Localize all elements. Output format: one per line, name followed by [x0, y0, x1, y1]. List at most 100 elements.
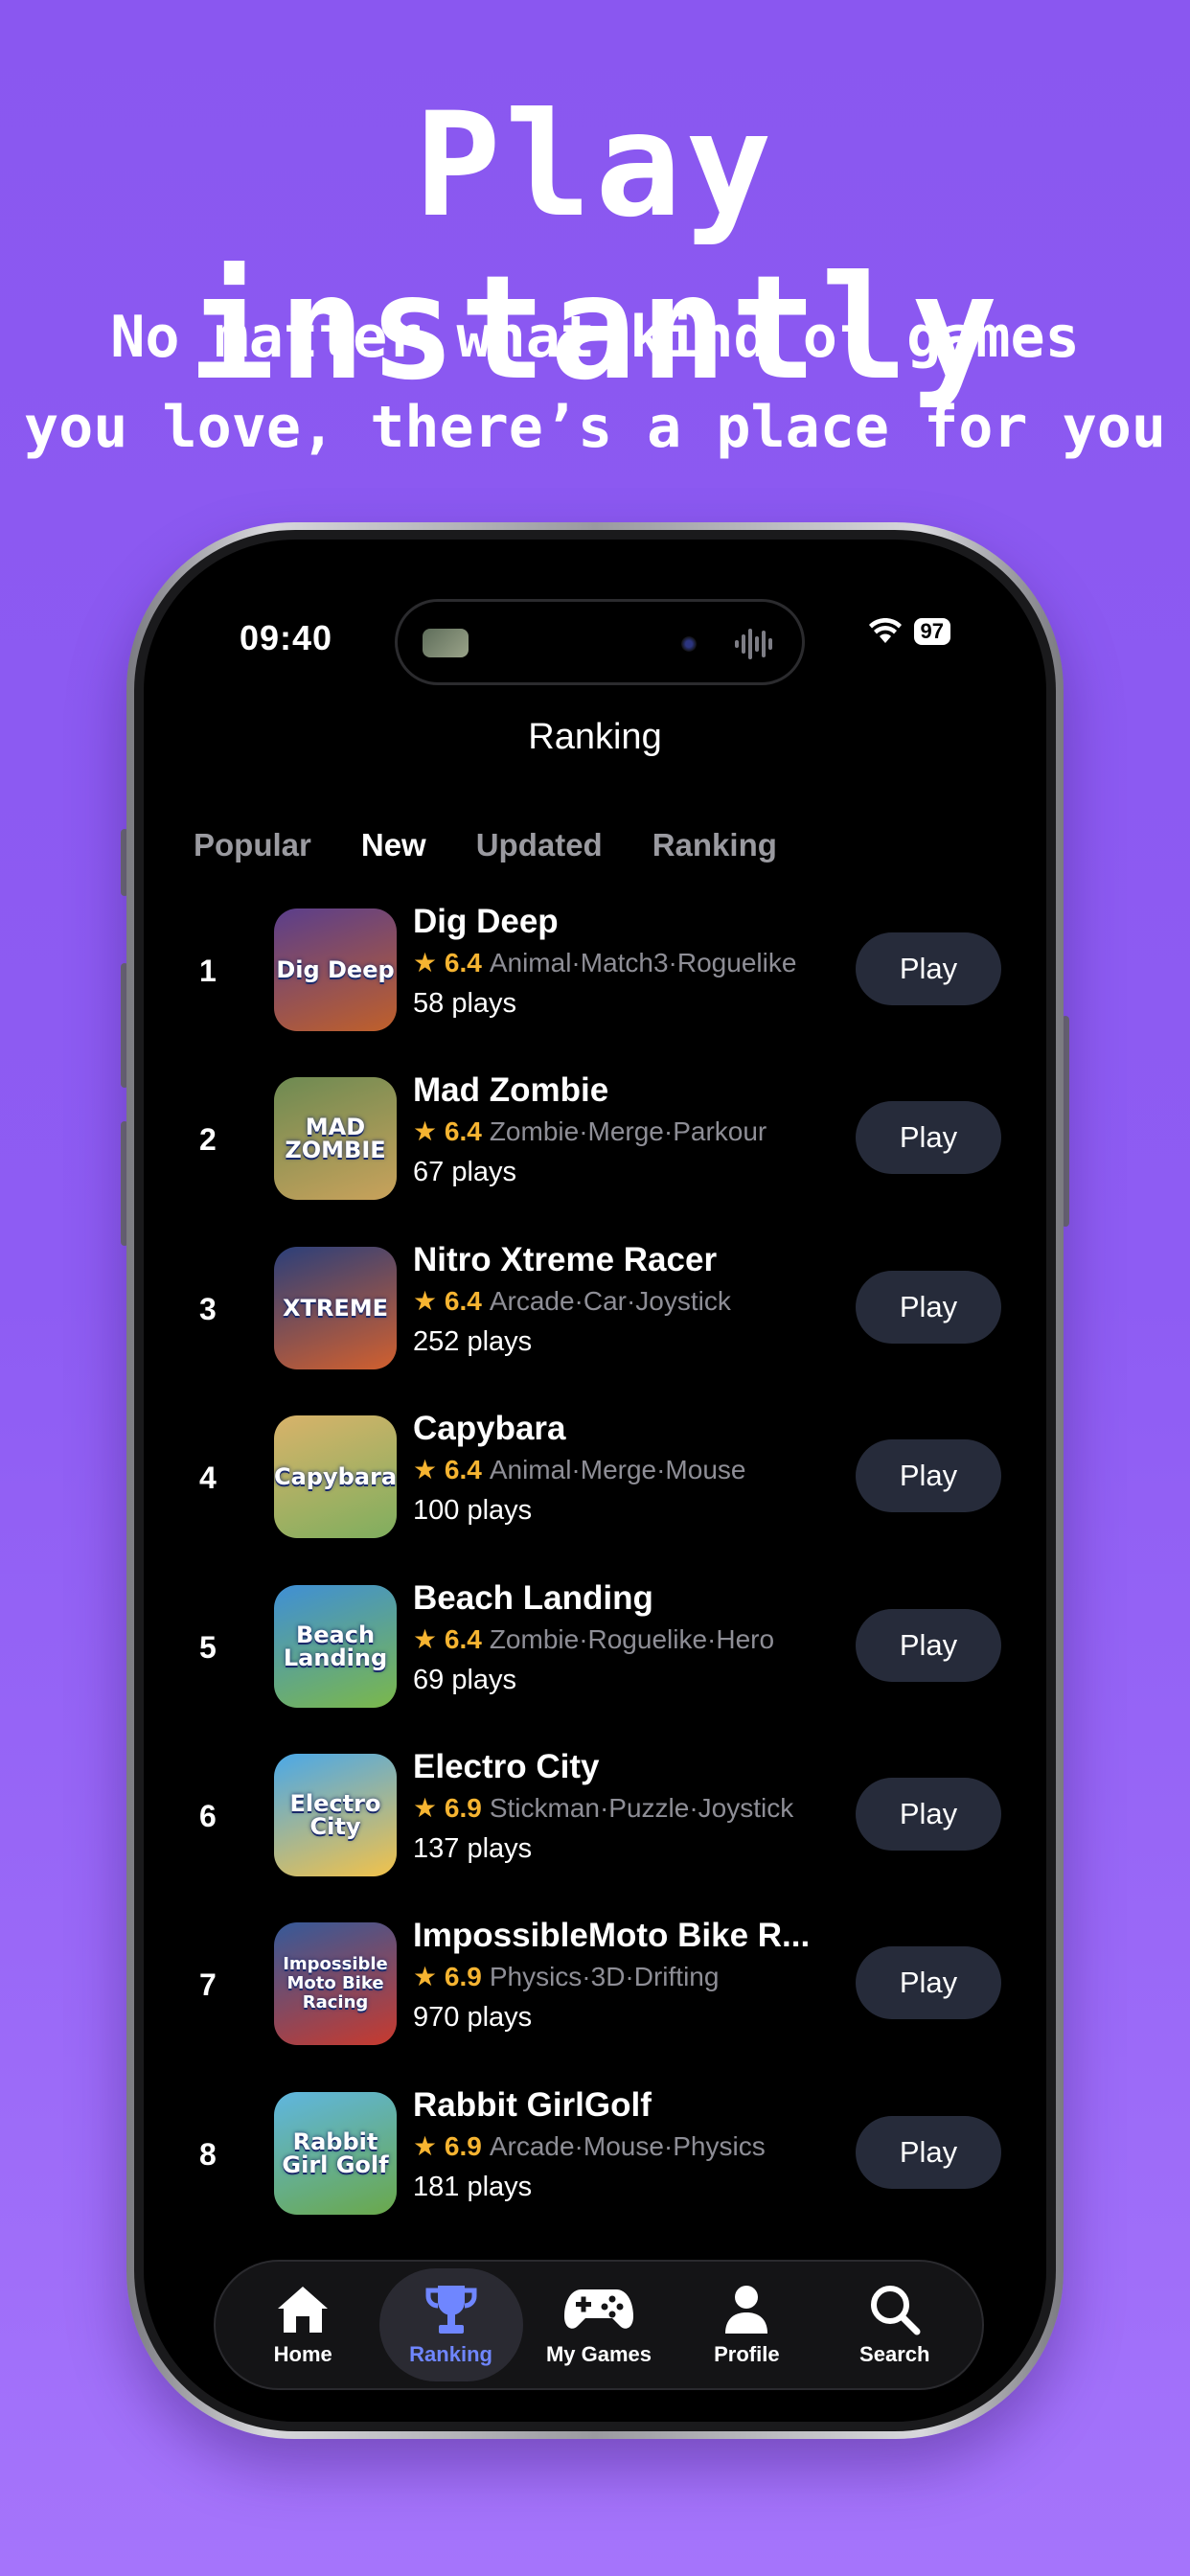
thumbnail-title: Rabbit Girl Golf	[282, 2128, 389, 2178]
person-icon	[723, 2283, 769, 2336]
tabbar-label: Home	[273, 2342, 332, 2366]
rank-number: 2	[199, 1121, 217, 1157]
game-row[interactable]: 4 Capybara Capybara ★ 6.4 Animal·Merge·Mo…	[144, 1410, 1046, 1584]
game-tags: Physics·3D·Drifting	[489, 1962, 720, 1991]
game-info: Dig Deep ★ 6.4 Animal·Match3·Roguelike 58…	[413, 902, 844, 1023]
game-row[interactable]: 8 Rabbit Girl Golf Rabbit GirlGolf ★ 6.9…	[144, 2086, 1046, 2261]
game-info: Electro City ★ 6.9 Stickman·Puzzle·Joysti…	[413, 1747, 844, 1868]
game-thumbnail[interactable]: Capybara	[274, 1415, 397, 1538]
rank-number: 5	[199, 1629, 217, 1665]
play-count: 970 plays	[413, 2002, 533, 2033]
rank-number: 1	[199, 953, 217, 988]
thumbnail-title: Dig Deep	[276, 956, 395, 983]
game-thumbnail[interactable]: Rabbit Girl Golf	[274, 2092, 397, 2215]
star-icon: ★	[413, 1624, 438, 1654]
subheadline: No matter what kind of games you love, t…	[0, 292, 1190, 472]
play-count: 100 plays	[413, 1495, 533, 1526]
page-title: Ranking	[528, 717, 662, 757]
game-name[interactable]: Mad Zombie	[413, 1070, 844, 1111]
game-name[interactable]: Rabbit GirlGolf	[413, 2085, 844, 2126]
game-rating: 6.4	[444, 1116, 482, 1146]
tab-ranking[interactable]: Ranking	[652, 827, 777, 863]
rank-number: 8	[199, 2136, 217, 2172]
game-thumbnail[interactable]: MAD ZOMBIE	[274, 1077, 397, 1200]
game-row[interactable]: 6 Electro City Electro City ★ 6.9 Stickma…	[144, 1748, 1046, 1922]
game-info: Nitro Xtreme Racer ★ 6.4 Arcade·Car·Joyst…	[413, 1240, 844, 1361]
game-rating: 6.9	[444, 2131, 482, 2161]
star-icon: ★	[413, 1793, 438, 1823]
game-thumbnail[interactable]: XTREME	[274, 1247, 397, 1369]
trophy-icon	[425, 2283, 477, 2336]
tabbar-item-my-games[interactable]: My Games	[527, 2268, 671, 2381]
play-button[interactable]: Play	[856, 1101, 1001, 1174]
play-button[interactable]: Play	[856, 1946, 1001, 2019]
game-name[interactable]: ImpossibleMoto Bike R...	[413, 1916, 844, 1956]
play-button[interactable]: Play	[856, 1778, 1001, 1851]
star-icon: ★	[413, 1962, 438, 1991]
tab-popular[interactable]: Popular	[194, 827, 311, 863]
play-count: 67 plays	[413, 1157, 517, 1187]
game-name[interactable]: Electro City	[413, 1747, 844, 1787]
tabbar-item-search[interactable]: Search	[823, 2268, 967, 2381]
tabbar-item-profile[interactable]: Profile	[675, 2268, 818, 2381]
star-icon: ★	[413, 1286, 438, 1316]
tab-updated[interactable]: Updated	[476, 827, 603, 863]
game-info: ImpossibleMoto Bike R... ★ 6.9 Physics·3D…	[413, 1916, 844, 2036]
subheadline-line-1: No matter what kind of games	[110, 304, 1080, 371]
star-icon: ★	[413, 1116, 438, 1146]
play-button[interactable]: Play	[856, 932, 1001, 1005]
thumbnail-title: Impossible Moto Bike Racing	[283, 1954, 388, 2012]
play-count: 252 plays	[413, 1326, 533, 1357]
play-button[interactable]: Play	[856, 1439, 1001, 1512]
game-row[interactable]: 1 Dig Deep Dig Deep ★ 6.4 Animal·Match3·R…	[144, 903, 1046, 1077]
game-tags: Animal·Match3·Roguelike	[489, 948, 797, 978]
game-info: Capybara ★ 6.4 Animal·Merge·Mouse 100 pla…	[413, 1409, 844, 1530]
game-row[interactable]: 7 Impossible Moto Bike Racing Impossible…	[144, 1917, 1046, 2091]
game-rating: 6.4	[444, 1455, 482, 1484]
game-name[interactable]: Dig Deep	[413, 902, 844, 942]
home-icon	[275, 2283, 331, 2336]
tabbar-item-ranking[interactable]: Ranking	[378, 2268, 523, 2381]
game-tags: Zombie·Merge·Parkour	[489, 1116, 767, 1146]
tabbar-label: Ranking	[409, 2342, 492, 2366]
bottom-tab-bar: Home Ranking My Games Profile Search	[214, 2260, 984, 2390]
star-icon: ★	[413, 948, 438, 978]
play-button[interactable]: Play	[856, 1609, 1001, 1682]
game-meta: ★ 6.4 Zombie·Roguelike·Hero	[413, 1619, 844, 1661]
tabbar-label: Search	[859, 2342, 930, 2366]
game-tags: Zombie·Roguelike·Hero	[489, 1624, 775, 1654]
thumbnail-title: Electro City	[289, 1790, 381, 1840]
game-row[interactable]: 3 XTREME Nitro Xtreme Racer ★ 6.4 Arcade·…	[144, 1241, 1046, 1415]
game-thumbnail[interactable]: Dig Deep	[274, 908, 397, 1031]
game-rating: 6.9	[444, 1793, 482, 1823]
play-button[interactable]: Play	[856, 1271, 1001, 1344]
audio-waveform-icon	[735, 629, 772, 659]
tabbar-item-home[interactable]: Home	[231, 2268, 375, 2381]
game-rating: 6.4	[444, 948, 482, 978]
thumbnail-title: XTREME	[282, 1295, 389, 1322]
game-tags: Arcade·Car·Joystick	[489, 1286, 731, 1316]
subheadline-line-2: you love, there’s a place for you	[23, 394, 1167, 461]
game-thumbnail[interactable]: Impossible Moto Bike Racing	[274, 1922, 397, 2045]
game-row[interactable]: 5 Beach Landing Beach Landing ★ 6.4 Zombi…	[144, 1579, 1046, 1754]
now-playing-thumbnail	[423, 629, 469, 657]
play-count: 181 plays	[413, 2172, 533, 2202]
play-button[interactable]: Play	[856, 2116, 1001, 2189]
game-thumbnail[interactable]: Beach Landing	[274, 1585, 397, 1708]
tabbar-label: Profile	[714, 2342, 780, 2366]
game-thumbnail[interactable]: Electro City	[274, 1754, 397, 1876]
game-row[interactable]: 2 MAD ZOMBIE Mad Zombie ★ 6.4 Zombie·Merg…	[144, 1071, 1046, 1246]
play-count: 58 plays	[413, 988, 517, 1019]
thumbnail-title: Capybara	[274, 1463, 397, 1490]
game-name[interactable]: Nitro Xtreme Racer	[413, 1240, 844, 1280]
game-name[interactable]: Beach Landing	[413, 1578, 844, 1619]
rank-number: 6	[199, 1798, 217, 1833]
game-meta: ★ 6.4 Arcade·Car·Joystick	[413, 1280, 844, 1322]
game-name[interactable]: Capybara	[413, 1409, 844, 1449]
status-right: 97	[868, 618, 950, 645]
phone-screen: 09:40 97 Ranking Popular New Updated Ran…	[144, 540, 1046, 2422]
play-count: 137 plays	[413, 1833, 533, 1864]
game-rating: 6.9	[444, 1962, 482, 1991]
phone-frame: 09:40 97 Ranking Popular New Updated Ran…	[126, 522, 1064, 2439]
tab-new[interactable]: New	[361, 827, 426, 863]
